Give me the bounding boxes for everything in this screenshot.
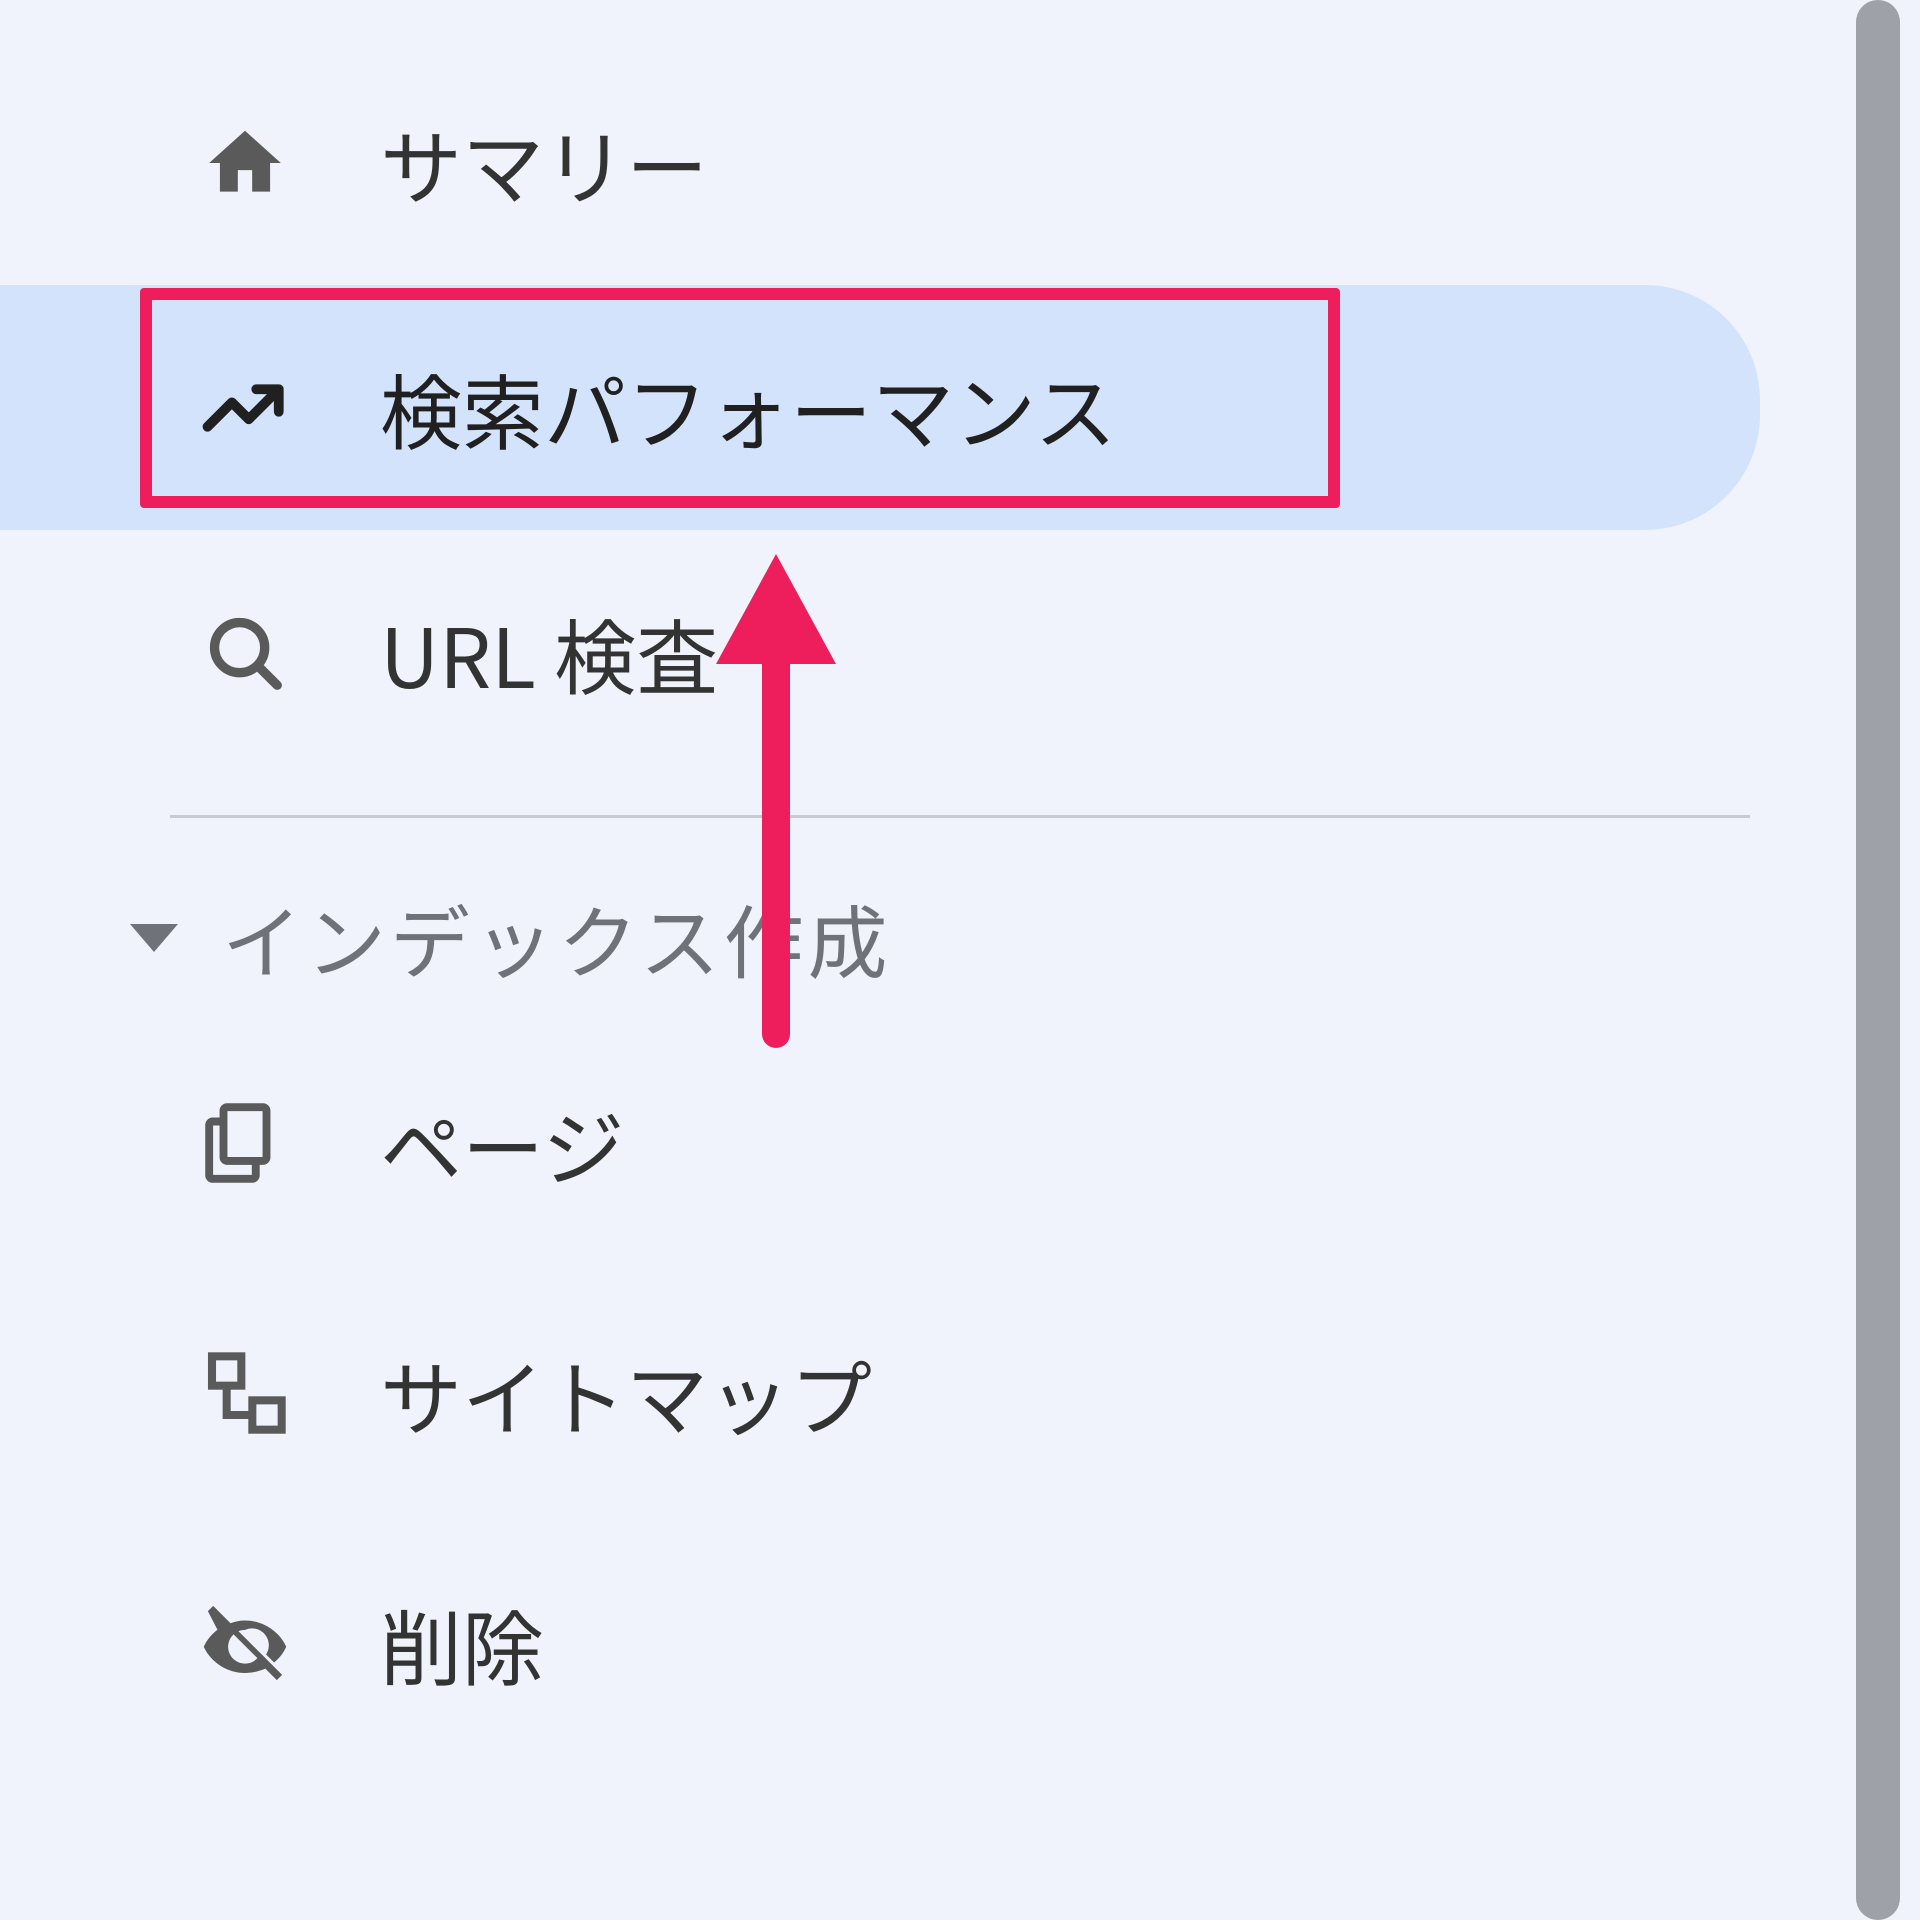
section-title: インデックス作成 xyxy=(222,880,892,996)
scrollbar[interactable] xyxy=(1856,0,1900,1920)
search-icon xyxy=(200,608,290,698)
sidebar-item-sitemaps[interactable]: サイトマップ xyxy=(0,1268,1760,1518)
trending-icon xyxy=(200,363,290,453)
sidebar-item-label: サイトマップ xyxy=(380,1334,872,1453)
sidebar-item-label: ページ xyxy=(380,1084,624,1203)
divider xyxy=(170,815,1750,818)
sidebar-item-pages[interactable]: ページ xyxy=(0,1018,1760,1268)
caret-down-icon xyxy=(130,924,178,952)
sidebar-item-label: サマリー xyxy=(380,103,708,222)
sitemap-icon xyxy=(200,1348,290,1438)
sidebar-item-search-performance[interactable]: 検索パフォーマンス xyxy=(0,285,1760,530)
sidebar-item-removals[interactable]: 削除 xyxy=(0,1518,1760,1768)
sidebar-item-summary[interactable]: サマリー xyxy=(0,40,1760,285)
sidebar-item-label: 検索パフォーマンス xyxy=(380,348,1116,467)
visibility-off-icon xyxy=(200,1598,290,1688)
pages-icon xyxy=(200,1098,290,1188)
sidebar-item-label: URL 検査 xyxy=(380,593,718,712)
sidebar: サマリー 検索パフォーマンス xyxy=(0,0,1760,1920)
section-header-indexing[interactable]: インデックス作成 xyxy=(0,858,1760,1018)
home-icon xyxy=(200,118,290,208)
sidebar-item-label: 削除 xyxy=(380,1584,544,1703)
sidebar-item-url-inspection[interactable]: URL 検査 xyxy=(0,530,1760,775)
